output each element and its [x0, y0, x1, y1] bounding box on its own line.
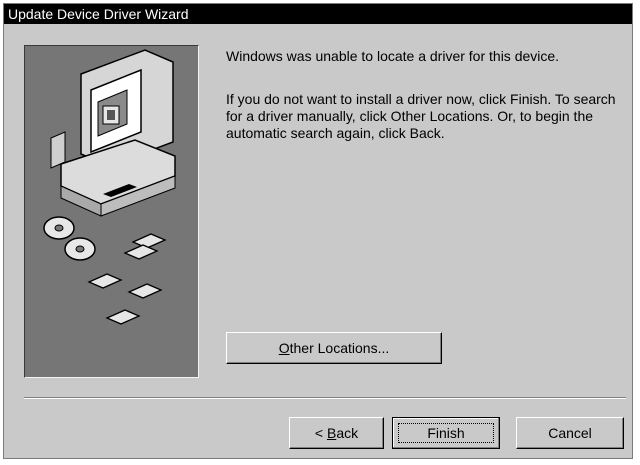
computer-icon: [50, 49, 176, 217]
secondary-message: If you do not want to install a driver n…: [226, 91, 616, 141]
other-locations-label: ther Locations...: [289, 340, 390, 356]
back-label: ack: [336, 425, 359, 441]
finish-label: Finish: [427, 425, 465, 441]
title-bar[interactable]: Update Device Driver Wizard: [4, 4, 632, 24]
floppy-disk-icon: [87, 233, 167, 325]
other-locations-accelerator: O: [278, 340, 290, 356]
cd-icon: [43, 216, 96, 261]
primary-message: Windows was unable to locate a driver fo…: [226, 48, 560, 64]
finish-button[interactable]: Finish: [392, 417, 500, 449]
other-locations-button[interactable]: Other Locations...: [226, 332, 442, 364]
wizard-window: Update Device Driver Wizard Windows was …: [3, 3, 633, 459]
cancel-label: Cancel: [548, 425, 592, 441]
cancel-button[interactable]: Cancel: [516, 417, 624, 449]
button-separator: [24, 397, 626, 399]
back-button[interactable]: < Back: [289, 417, 384, 449]
window-title: Update Device Driver Wizard: [8, 6, 189, 22]
wizard-illustration: [24, 45, 199, 378]
back-accelerator: B: [326, 425, 337, 441]
back-prefix: <: [314, 425, 327, 441]
